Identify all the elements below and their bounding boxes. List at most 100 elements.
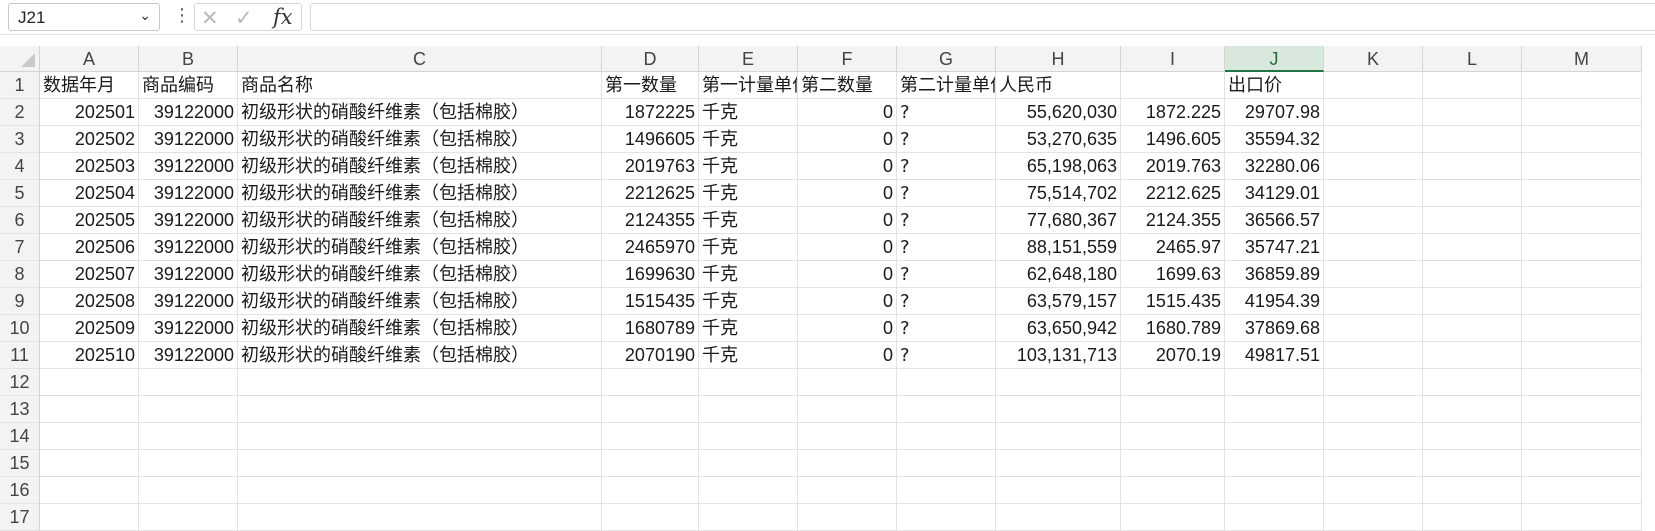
cell-a3[interactable]: 202502	[40, 126, 139, 153]
cancel-icon[interactable]: ✕	[201, 6, 219, 30]
cell-h16[interactable]	[996, 477, 1121, 504]
cell-a8[interactable]: 202507	[40, 261, 139, 288]
cell-e2[interactable]: 千克	[699, 99, 798, 126]
cell-k4[interactable]	[1324, 153, 1423, 180]
cell-i13[interactable]	[1121, 396, 1225, 423]
cell-j7[interactable]: 35747.21	[1225, 234, 1324, 261]
cell-a4[interactable]: 202503	[40, 153, 139, 180]
cell-e7[interactable]: 千克	[699, 234, 798, 261]
cell-e14[interactable]	[699, 423, 798, 450]
cell-e6[interactable]: 千克	[699, 207, 798, 234]
cell-j16[interactable]	[1225, 477, 1324, 504]
cell-k10[interactable]	[1324, 315, 1423, 342]
cell-d15[interactable]	[602, 450, 699, 477]
cell-k17[interactable]	[1324, 504, 1423, 531]
cell-h4[interactable]: 65,198,063	[996, 153, 1121, 180]
cell-g13[interactable]	[897, 396, 996, 423]
cell-g14[interactable]	[897, 423, 996, 450]
cell-d14[interactable]	[602, 423, 699, 450]
cell-l2[interactable]	[1423, 99, 1522, 126]
cell-a14[interactable]	[40, 423, 139, 450]
cell-f17[interactable]	[798, 504, 897, 531]
cell-j3[interactable]: 35594.32	[1225, 126, 1324, 153]
cell-j4[interactable]: 32280.06	[1225, 153, 1324, 180]
cell-b7[interactable]: 39122000	[139, 234, 238, 261]
cell-c8[interactable]: 初级形状的硝酸纤维素（包括棉胶）	[238, 261, 602, 288]
cell-d7[interactable]: 2465970	[602, 234, 699, 261]
cell-i11[interactable]: 2070.19	[1121, 342, 1225, 369]
cell-l15[interactable]	[1423, 450, 1522, 477]
cell-i12[interactable]	[1121, 369, 1225, 396]
cell-b6[interactable]: 39122000	[139, 207, 238, 234]
cell-h13[interactable]	[996, 396, 1121, 423]
chevron-down-icon[interactable]: ⌄	[139, 8, 151, 24]
cell-i6[interactable]: 2124.355	[1121, 207, 1225, 234]
cell-k3[interactable]	[1324, 126, 1423, 153]
cell-b16[interactable]	[139, 477, 238, 504]
cell-m3[interactable]	[1522, 126, 1642, 153]
cell-i16[interactable]	[1121, 477, 1225, 504]
cell-g10[interactable]: ?	[897, 315, 996, 342]
cell-l16[interactable]	[1423, 477, 1522, 504]
row-header-5[interactable]: 5	[0, 180, 40, 207]
column-header-e[interactable]: E	[699, 46, 798, 72]
cell-f15[interactable]	[798, 450, 897, 477]
row-header-9[interactable]: 9	[0, 288, 40, 315]
cell-b5[interactable]: 39122000	[139, 180, 238, 207]
cell-g2[interactable]: ?	[897, 99, 996, 126]
cell-f12[interactable]	[798, 369, 897, 396]
cell-m2[interactable]	[1522, 99, 1642, 126]
cell-b9[interactable]: 39122000	[139, 288, 238, 315]
cell-k8[interactable]	[1324, 261, 1423, 288]
cell-f10[interactable]: 0	[798, 315, 897, 342]
insert-function-icon[interactable]: fx	[273, 5, 293, 29]
cell-f6[interactable]: 0	[798, 207, 897, 234]
cell-a13[interactable]	[40, 396, 139, 423]
cell-e9[interactable]: 千克	[699, 288, 798, 315]
cell-g5[interactable]: ?	[897, 180, 996, 207]
row-header-15[interactable]: 15	[0, 450, 40, 477]
row-header-2[interactable]: 2	[0, 99, 40, 126]
cell-f8[interactable]: 0	[798, 261, 897, 288]
cell-h9[interactable]: 63,579,157	[996, 288, 1121, 315]
cell-l13[interactable]	[1423, 396, 1522, 423]
cell-d13[interactable]	[602, 396, 699, 423]
cell-c11[interactable]: 初级形状的硝酸纤维素（包括棉胶）	[238, 342, 602, 369]
cell-e17[interactable]	[699, 504, 798, 531]
cell-d10[interactable]: 1680789	[602, 315, 699, 342]
cell-j17[interactable]	[1225, 504, 1324, 531]
cell-i4[interactable]: 2019.763	[1121, 153, 1225, 180]
cell-b8[interactable]: 39122000	[139, 261, 238, 288]
formula-input[interactable]	[310, 3, 1655, 31]
cell-i2[interactable]: 1872.225	[1121, 99, 1225, 126]
cell-j2[interactable]: 29707.98	[1225, 99, 1324, 126]
cell-b4[interactable]: 39122000	[139, 153, 238, 180]
cell-j5[interactable]: 34129.01	[1225, 180, 1324, 207]
cell-h2[interactable]: 55,620,030	[996, 99, 1121, 126]
cell-l17[interactable]	[1423, 504, 1522, 531]
more-options-icon[interactable]: ⋮	[173, 5, 191, 27]
cell-b14[interactable]	[139, 423, 238, 450]
cell-e16[interactable]	[699, 477, 798, 504]
cell-c10[interactable]: 初级形状的硝酸纤维素（包括棉胶）	[238, 315, 602, 342]
cell-m16[interactable]	[1522, 477, 1642, 504]
cell-f13[interactable]	[798, 396, 897, 423]
cell-f11[interactable]: 0	[798, 342, 897, 369]
cell-g17[interactable]	[897, 504, 996, 531]
cell-e5[interactable]: 千克	[699, 180, 798, 207]
cell-k6[interactable]	[1324, 207, 1423, 234]
cell-c1[interactable]: 商品名称	[238, 72, 602, 99]
cell-k7[interactable]	[1324, 234, 1423, 261]
cell-i9[interactable]: 1515.435	[1121, 288, 1225, 315]
cell-m12[interactable]	[1522, 369, 1642, 396]
row-header-6[interactable]: 6	[0, 207, 40, 234]
cell-d11[interactable]: 2070190	[602, 342, 699, 369]
cell-e4[interactable]: 千克	[699, 153, 798, 180]
cell-j14[interactable]	[1225, 423, 1324, 450]
cell-m11[interactable]	[1522, 342, 1642, 369]
cell-f5[interactable]: 0	[798, 180, 897, 207]
column-header-d[interactable]: D	[602, 46, 699, 72]
cell-d12[interactable]	[602, 369, 699, 396]
cell-a6[interactable]: 202505	[40, 207, 139, 234]
cell-l7[interactable]	[1423, 234, 1522, 261]
